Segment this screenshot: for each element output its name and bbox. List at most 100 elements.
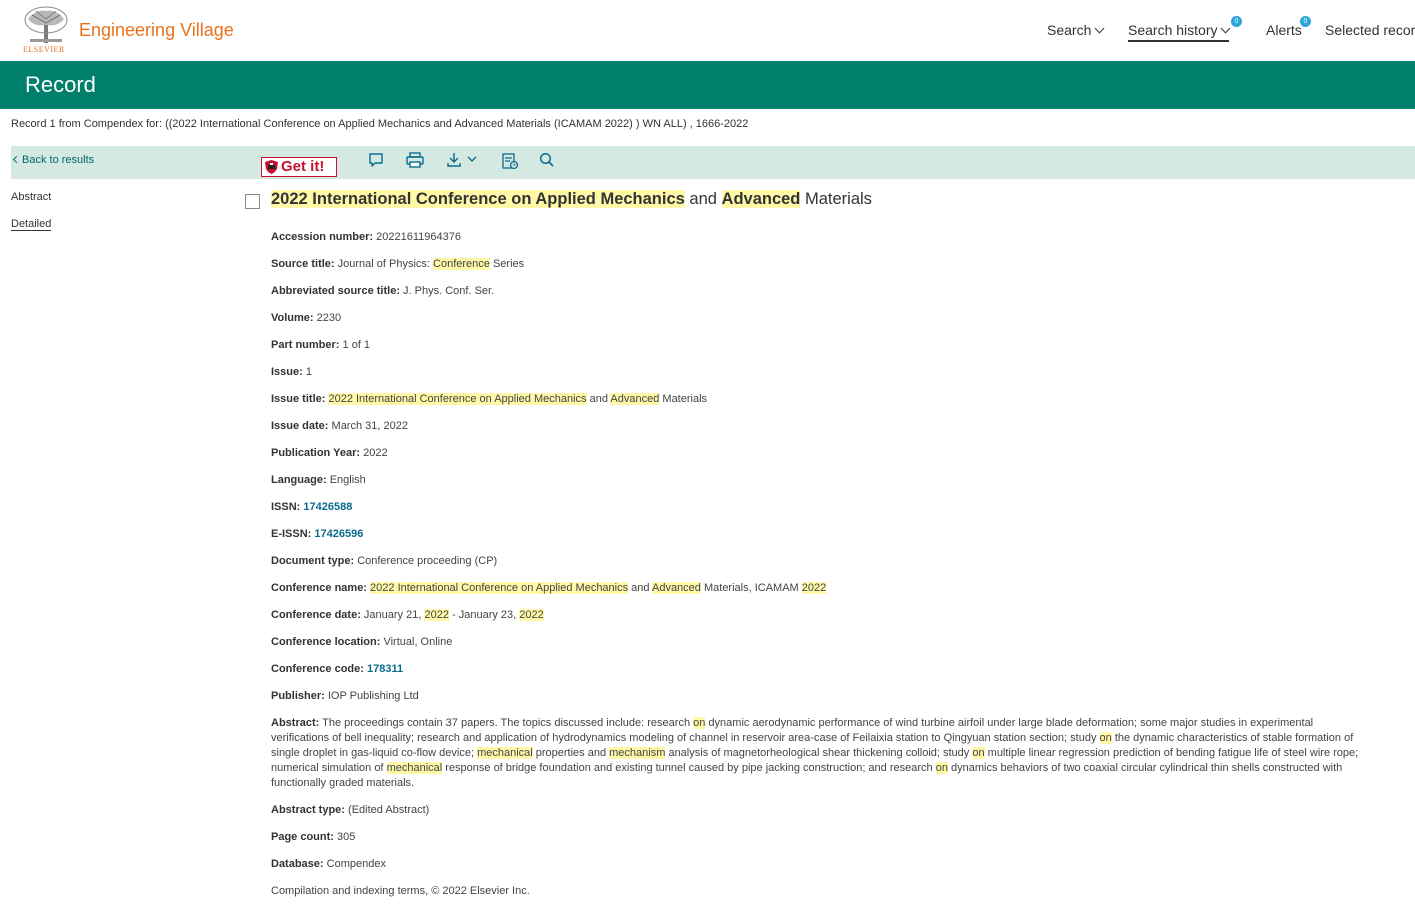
select-record-checkbox[interactable] [245,194,260,209]
chevron-left-icon [12,155,21,164]
field-value: 20221611964376 [376,231,461,243]
term-highlight: 2022 [519,609,544,621]
search-icon[interactable] [539,152,555,168]
nav-search-history[interactable]: Search history [1128,22,1231,42]
field-label: Issue: [271,366,303,378]
field-value: January 21, [363,609,425,621]
field-issue: Issue: 1 [271,366,312,378]
print-icon[interactable] [406,152,424,168]
nav-alerts[interactable]: Alerts [1266,22,1302,38]
term-highlight: on [972,747,985,759]
field-volume: Volume: 2230 [271,312,341,324]
top-nav: Search Search history Alerts Selected re… [0,22,1415,42]
field-value: and [628,582,652,594]
field-value: 1 of 1 [342,339,371,351]
field-database: Database: Compendex [271,858,386,870]
field-conference-code: Conference code: 178311 [271,663,403,675]
nav-search-label: Search [1047,22,1092,38]
elsevier-wordmark: ELSEVIER [23,45,65,54]
field-value: 305 [337,831,356,843]
field-label: Page count: [271,831,334,843]
field-part-number: Part number: 1 of 1 [271,339,370,351]
nav-search[interactable]: Search [1047,22,1105,38]
field-value: Compendex [326,858,386,870]
sidebar-item-detailed[interactable]: Detailed [11,218,52,231]
term-highlight: Advanced [610,393,660,405]
field-label: Issue date: [271,420,329,432]
nav-search-history-label: Search history [1128,22,1218,38]
field-value: Virtual, Online [383,636,453,648]
field-accession-number: Accession number: 20221611964376 [271,231,461,243]
back-to-results-link[interactable]: Back to results [12,154,95,166]
download-icon[interactable] [446,152,480,168]
field-value: Conference proceeding (CP) [357,555,498,567]
get-it-button[interactable]: Get it! [261,157,337,177]
term-highlight: Conference [433,258,490,270]
field-language: Language: English [271,474,366,486]
term-highlight: mechanical [386,762,443,774]
field-label: Conference name: [271,582,367,594]
field-label: Conference date: [271,609,361,621]
field-label: Database: [271,858,324,870]
title-text: and [684,190,722,208]
field-label: Part number: [271,339,340,351]
sidebar-item-abstract[interactable]: Abstract [11,191,51,203]
chevron-down-icon [1221,23,1231,34]
field-value: 2022 [363,447,388,459]
field-publisher: Publisher: IOP Publishing Ltd [271,690,419,702]
issn-link[interactable]: 17426588 [303,501,352,513]
term-highlight: on [935,762,948,774]
field-label: Publisher: [271,690,325,702]
get-it-label: Get it! [281,158,325,175]
title-highlight: Advanced [721,190,801,208]
field-source-title: Source title: Journal of Physics: Confer… [271,258,524,270]
nav-selected-records[interactable]: Selected records [1325,22,1415,38]
term-highlight: 2022 International Conference on Applied… [370,582,629,594]
chevron-down-icon [1094,23,1105,34]
alerts-count-badge: 0 [1300,16,1311,27]
field-label: Accession number: [271,231,374,243]
nav-alerts-label: Alerts [1266,22,1302,38]
e-issn-link[interactable]: 17426596 [314,528,363,540]
field-value: Materials [659,393,708,405]
record-title[interactable]: 2022 International Conference on Applied… [271,190,872,209]
field-conference-location: Conference location: Virtual, Online [271,636,452,648]
copyright-line: Compilation and indexing terms, © 2022 E… [271,885,530,897]
record-toolbar: Back to results Get it! [11,146,1415,179]
conference-code-link[interactable]: 178311 [367,663,403,675]
abstract-text: response of bridge foundation and existi… [442,762,936,774]
field-label: Conference location: [271,636,381,648]
nav-selected-records-label: Selected records [1325,22,1415,38]
field-label: Document type: [271,555,355,567]
title-highlight: 2022 International Conference on Applied… [271,190,685,208]
term-highlight: 2022 [424,609,449,621]
field-value: English [329,474,366,486]
abstract-text: The proceedings contain 37 papers. The t… [322,717,694,729]
shield-icon [265,160,278,174]
field-issue-date: Issue date: March 31, 2022 [271,420,408,432]
term-highlight: mechanical [477,747,533,759]
field-abstract: Abstract: The proceedings contain 37 pap… [271,716,1371,791]
field-label: Issue title: [271,393,326,405]
field-label: Source title: [271,258,335,270]
field-label: Abstract type: [271,804,345,816]
term-highlight: on [693,717,706,729]
term-highlight: mechanism [609,747,666,759]
field-value: Series [489,258,525,270]
term-highlight: 2022 [801,582,827,594]
field-conference-date: Conference date: January 21, 2022 - Janu… [271,609,544,621]
save-to-folder-icon[interactable] [501,152,519,170]
field-label: ISSN: [271,501,301,513]
field-abstract-type: Abstract type: (Edited Abstract) [271,804,429,816]
field-label: Conference code: [271,663,364,675]
field-value: Materials, ICAMAM [700,582,802,594]
field-e-issn: E-ISSN: 17426596 [271,528,363,540]
field-label: Abstract: [271,717,320,729]
abstract-text: analysis of magnetorheological shear thi… [665,747,973,759]
field-value: - January 23, [448,609,520,621]
term-highlight: 2022 International Conference on Applied… [328,393,587,405]
comment-icon[interactable] [368,152,384,168]
field-issue-title: Issue title: 2022 International Conferen… [271,393,707,405]
field-issn: ISSN: 17426588 [271,501,352,513]
back-to-results-label: Back to results [22,154,95,166]
